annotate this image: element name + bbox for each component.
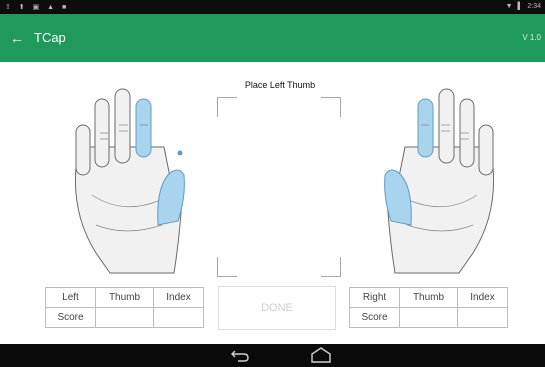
- table-row: Score: [349, 307, 508, 328]
- scan-corner-bottom-left: [217, 257, 237, 277]
- app-title: TCap: [34, 30, 66, 45]
- battery-icon: ▌: [517, 3, 523, 10]
- left-thumb-marker: [177, 150, 183, 156]
- left-index-finger-highlight: [135, 98, 152, 158]
- right-hand-diagram: [384, 88, 495, 274]
- right-thumb-score: [399, 307, 458, 328]
- left-middle-finger: [114, 88, 131, 164]
- scan-corner-top-left: [217, 97, 237, 117]
- left-index-score: [153, 307, 204, 328]
- nav-home-icon[interactable]: [310, 347, 332, 364]
- table-cell: Right: [349, 287, 400, 308]
- fingerprint-scan-area[interactable]: [217, 97, 341, 277]
- right-index-score: [457, 307, 508, 328]
- status-bar: ⇧ ⬆ ▣ ▲ ■ ▼ ▌ 2:34: [0, 0, 545, 14]
- notification-icons: ⇧ ⬆ ▣ ▲ ■: [5, 4, 70, 11]
- table-cell: Left: [45, 287, 96, 308]
- nav-back-icon[interactable]: [230, 348, 250, 363]
- table-row: Left Thumb Index: [45, 287, 204, 308]
- table-cell: Score: [45, 307, 96, 328]
- scan-corner-bottom-right: [321, 257, 341, 277]
- navigation-bar: [0, 344, 545, 367]
- status-right-group: ▼ ▌ 2:34: [503, 3, 541, 10]
- table-cell: Index: [457, 287, 508, 308]
- left-hand-diagram: [74, 88, 185, 274]
- app-bar: ← TCap V 1.0: [0, 14, 545, 62]
- right-score-table: Right Thumb Index Score: [349, 287, 508, 328]
- scan-corner-top-right: [321, 97, 341, 117]
- table-row: Right Thumb Index: [349, 287, 508, 308]
- table-cell: Index: [153, 287, 204, 308]
- status-time: 2:34: [527, 3, 541, 10]
- done-button[interactable]: DONE: [218, 286, 336, 330]
- table-cell: Score: [349, 307, 400, 328]
- table-cell: Thumb: [95, 287, 154, 308]
- table-row: Score: [45, 307, 204, 328]
- right-middle-finger: [438, 88, 455, 164]
- right-index-finger-highlight: [417, 98, 434, 158]
- table-cell: Thumb: [399, 287, 458, 308]
- left-thumb-score: [95, 307, 154, 328]
- signal-icon: ▼: [505, 3, 513, 10]
- right-pinky-finger: [478, 124, 494, 176]
- left-pinky-finger: [75, 124, 91, 176]
- left-score-table: Left Thumb Index Score: [45, 287, 204, 328]
- capture-instruction: Place Left Thumb: [244, 80, 316, 90]
- version-label: V 1.0: [522, 33, 541, 42]
- back-arrow-icon[interactable]: ←: [8, 29, 26, 47]
